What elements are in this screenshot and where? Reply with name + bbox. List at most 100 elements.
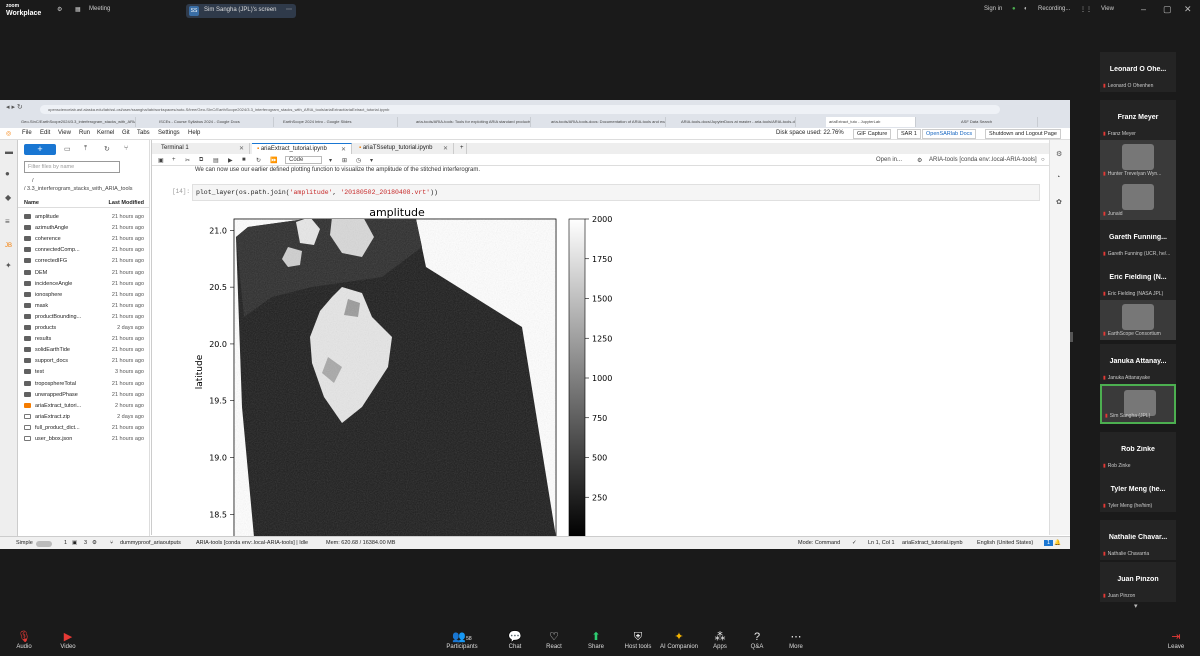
file-row[interactable]: ionosphere 21 hours ago [18, 290, 150, 301]
extension-icon[interactable]: ✦ [5, 262, 13, 270]
markdown-cell[interactable]: We can now use our earlier defined plott… [195, 167, 480, 173]
git-clone-icon[interactable]: ⑂ [124, 145, 128, 152]
doc-tab-ariaextract[interactable]: ▪ ariaExtract_tutorial.ipynb ✕ [252, 143, 352, 154]
file-row[interactable]: azimuthAngle 21 hours ago [18, 223, 150, 234]
security-shield-icon[interactable]: ⚙ [57, 6, 62, 13]
gallery-scroll-down-icon[interactable]: ▾ [1134, 602, 1138, 610]
new-tab-button[interactable]: + [455, 143, 467, 154]
format-icon[interactable]: ▾ [370, 157, 373, 164]
terminal-count[interactable]: 1 [64, 540, 67, 546]
bell-icon[interactable]: 🔔 [1054, 540, 1061, 546]
file-row[interactable]: amplitude 21 hours ago [18, 212, 150, 223]
jb-icon[interactable]: JB [5, 242, 13, 250]
code-cell[interactable]: plot_layer(os.path.join('amplitude', '20… [192, 184, 1040, 201]
signin-link[interactable]: Sign in [984, 6, 1002, 12]
column-name[interactable]: Name [24, 200, 39, 206]
splitter-handle[interactable] [1070, 332, 1073, 342]
menu-file[interactable]: File [22, 130, 32, 136]
git-branch[interactable]: dummyproof_ariaoutputs [120, 540, 181, 546]
running-icon[interactable]: ● [5, 170, 13, 178]
language[interactable]: English (United States) [977, 540, 1033, 546]
participant-tile[interactable]: Gareth Funning... ▮ Gareth Funning (UCR, h… [1100, 220, 1176, 260]
browser-tab[interactable]: Geo-SInC/EarthScope2024/3.3_interferogra… [18, 117, 136, 127]
settings-icon[interactable]: ✿ [1056, 198, 1062, 206]
leave-button[interactable]: ⇥ Leave [1154, 631, 1198, 650]
save-icon[interactable]: ▣ [158, 157, 164, 164]
participant-tile[interactable]: Eric Fielding (N... ▮ Eric Fielding (NASA … [1100, 260, 1176, 300]
cut-icon[interactable]: ✂ [185, 157, 190, 164]
host-tools-button[interactable]: ⛨ Host tools [616, 631, 660, 650]
close-tab-icon[interactable]: ✕ [239, 145, 244, 152]
address-bar[interactable]: opensciencelab.asf.alaska.edu/lab/ssl-os… [40, 105, 1000, 114]
menu-edit[interactable]: Edit [40, 130, 50, 136]
file-row[interactable]: coherence 21 hours ago [18, 234, 150, 245]
cell-type-select[interactable]: Code [285, 156, 323, 164]
filter-input[interactable]: Filter files by name [24, 161, 120, 173]
menu-tabs[interactable]: Tabs [137, 130, 150, 136]
participant-tile[interactable]: ▮ Junaid [1100, 180, 1176, 220]
menu-git[interactable]: Git [122, 130, 130, 136]
file-row[interactable]: products 2 days ago [18, 323, 150, 334]
menu-settings[interactable]: Settings [158, 130, 180, 136]
new-launcher-button[interactable]: + [24, 144, 56, 155]
kernel-count[interactable]: 3 [84, 540, 87, 546]
screen-share-indicator[interactable]: SS Sim Sangha (JPL)'s screen ⋯ [186, 4, 296, 18]
file-row[interactable]: productBounding... 21 hours ago [18, 312, 150, 323]
more-button[interactable]: ⋯ More [774, 631, 818, 650]
column-modified[interactable]: Last Modified [109, 200, 144, 206]
participant-tile[interactable]: Franz Meyer ▮ Franz Meyer [1100, 100, 1176, 140]
browser-tab[interactable]: ASF Data Search [958, 117, 1038, 127]
file-row[interactable]: test 3 hours ago [18, 367, 150, 378]
fast-forward-icon[interactable]: ⏩ [270, 157, 277, 164]
participant-tile[interactable]: Januka Attanay... ▮ Januka Attanayake [1100, 344, 1176, 384]
menu-help[interactable]: Help [188, 130, 200, 136]
grid-icon[interactable]: ⋮⋮ [1080, 6, 1092, 13]
browser-tab[interactable]: EarthScope 2024 Intro - Google Slides [280, 117, 398, 127]
participant-tile[interactable]: Nathalie Chavar... ▮ Nathalie Chavarria [1100, 520, 1176, 560]
participant-tile[interactable]: ▮ Sim Sangha (JPL) [1100, 384, 1176, 424]
encryption-shield-icon[interactable]: ● [1012, 6, 1016, 12]
git-diff-icon[interactable]: ⊞ [342, 157, 347, 164]
browser-tab[interactable]: ARIA-tools-docs/JupyterDocs at master - … [678, 117, 796, 127]
file-row[interactable]: ariaExtract.zip 2 days ago [18, 412, 150, 423]
recording-indicator[interactable]: Recording... [1038, 6, 1070, 12]
file-row[interactable]: unwrappedPhase 21 hours ago [18, 390, 150, 401]
participant-tile[interactable]: ▮ Hunter Trevelyan Wyn... [1100, 140, 1176, 180]
menu-kernel[interactable]: Kernel [97, 130, 114, 136]
folder-icon[interactable]: ▬ [5, 148, 13, 156]
toc-icon[interactable]: ≡ [5, 218, 13, 226]
restart-icon[interactable]: ↻ [256, 157, 261, 164]
gif-capture-button[interactable]: GIF Capture [853, 129, 892, 139]
video-button[interactable]: ▶ Video [46, 631, 90, 650]
chat-button[interactable]: 💬 Chat [493, 631, 537, 650]
kernel-name[interactable]: ARIA-tools [conda env:.local-ARIA-tools] [929, 157, 1037, 163]
file-row[interactable]: user_bbox.json 21 hours ago [18, 434, 150, 445]
file-row[interactable]: connectedComp... 21 hours ago [18, 245, 150, 256]
upload-icon[interactable]: ⤒ [84, 145, 87, 153]
shutdown-button[interactable]: Shutdown and Logout Page [985, 129, 1061, 139]
breadcrumb[interactable]: / 3.3_interferogram_stacks_with_ARIA_too… [24, 186, 133, 192]
breadcrumb-root[interactable]: / [32, 178, 34, 184]
browser-tab[interactable]: ISCEs - Course Syllabus 2024 - Google Do… [156, 117, 274, 127]
file-row[interactable]: support_docs 21 hours ago [18, 356, 150, 367]
qa-button[interactable]: ? Q&A [735, 631, 779, 650]
new-folder-icon[interactable]: ▭ [64, 145, 71, 153]
react-button[interactable]: ♡ React [532, 631, 576, 650]
simple-mode-toggle[interactable] [36, 541, 52, 547]
close-tab-icon[interactable]: ✕ [443, 145, 448, 152]
browser-tab-active[interactable]: ariaExtract_tuto - JupyterLab [826, 117, 916, 127]
kernel-status[interactable]: ARIA-tools [conda env:.local-ARIA-tools]… [196, 540, 308, 546]
debugger-icon[interactable]: ◔ [1056, 174, 1060, 181]
meeting-info-icon[interactable]: ▦ [75, 6, 81, 13]
share-button[interactable]: ⬆ Share [574, 631, 618, 650]
file-row[interactable]: correctedIFG 21 hours ago [18, 256, 150, 267]
file-row[interactable]: full_product_dict... 21 hours ago [18, 423, 150, 434]
maximize-icon[interactable]: ▢ [1163, 4, 1172, 15]
notification-count[interactable]: 1 [1044, 540, 1054, 546]
refresh-icon[interactable]: ↻ [104, 145, 110, 153]
file-row[interactable]: DEM 21 hours ago [18, 268, 150, 279]
stop-icon[interactable]: ■ [242, 157, 246, 163]
minimize-icon[interactable]: – [1141, 4, 1146, 14]
property-inspector-icon[interactable]: ⚙ [1056, 150, 1062, 158]
opensarlab-docs-link[interactable]: OpenSARlab Docs [922, 129, 977, 139]
